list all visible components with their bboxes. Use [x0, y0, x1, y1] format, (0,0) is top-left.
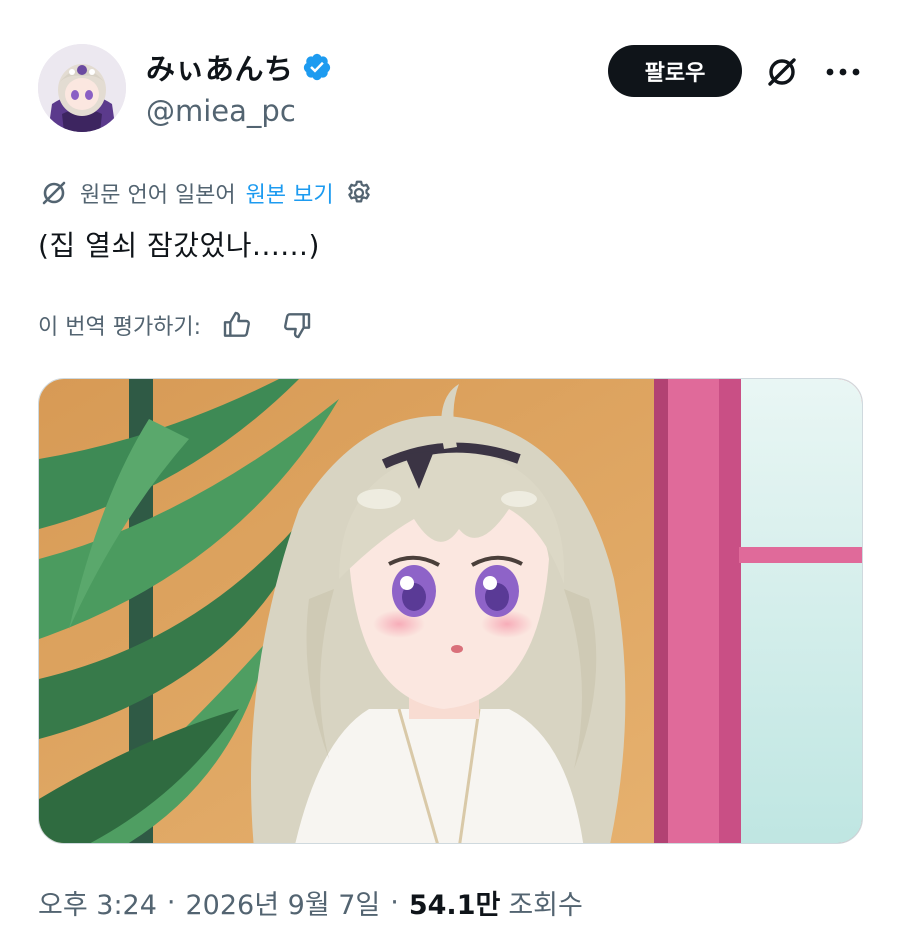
user-handle[interactable]: @miea_pc: [146, 94, 296, 128]
follow-button[interactable]: 팔로우: [608, 45, 742, 97]
tweet-header: みぃあんち @miea_pc 팔로우: [0, 0, 900, 150]
grok-button[interactable]: [760, 50, 804, 94]
rating-label: 이 번역 평가하기:: [38, 315, 202, 340]
views-count[interactable]: 54.1만: [409, 883, 500, 922]
more-options-button[interactable]: [818, 50, 868, 94]
gear-icon[interactable]: [344, 178, 374, 208]
thumbs-down-icon: [284, 313, 311, 339]
post-time[interactable]: 오후 3:24: [38, 883, 157, 922]
meta-separator: ·: [166, 886, 176, 918]
meta-separator: ·: [390, 886, 399, 918]
grok-icon: [768, 58, 796, 86]
show-original-link[interactable]: 원본 보기: [246, 177, 334, 209]
translation-rating: 이 번역 평가하기:: [38, 305, 337, 345]
translation-source-language: 원문 언어 일본어: [80, 183, 236, 208]
more-icon: [826, 68, 860, 76]
thumbs-up-button[interactable]: [217, 305, 257, 345]
post-date[interactable]: 2026년 9월 7일: [186, 883, 381, 922]
grok-icon: [42, 181, 66, 205]
tweet-media-image[interactable]: [38, 378, 863, 844]
tweet-text: (집 열쇠 잠갔었나......): [38, 229, 320, 262]
display-name[interactable]: みぃあんち: [146, 46, 294, 88]
thumbs-up-icon: [223, 311, 251, 337]
tweet-metadata: 오후 3:24 · 2026년 9월 7일 · 54.1만 조회수: [38, 882, 583, 922]
translation-bar: 원문 언어 일본어 원본 보기: [38, 173, 374, 213]
avatar-image: [38, 44, 126, 132]
avatar[interactable]: [38, 44, 126, 132]
views-label: 조회수: [508, 889, 583, 921]
thumbs-down-button[interactable]: [277, 305, 317, 345]
verified-badge-icon: [302, 52, 332, 82]
name-row: みぃあんち: [146, 46, 332, 88]
